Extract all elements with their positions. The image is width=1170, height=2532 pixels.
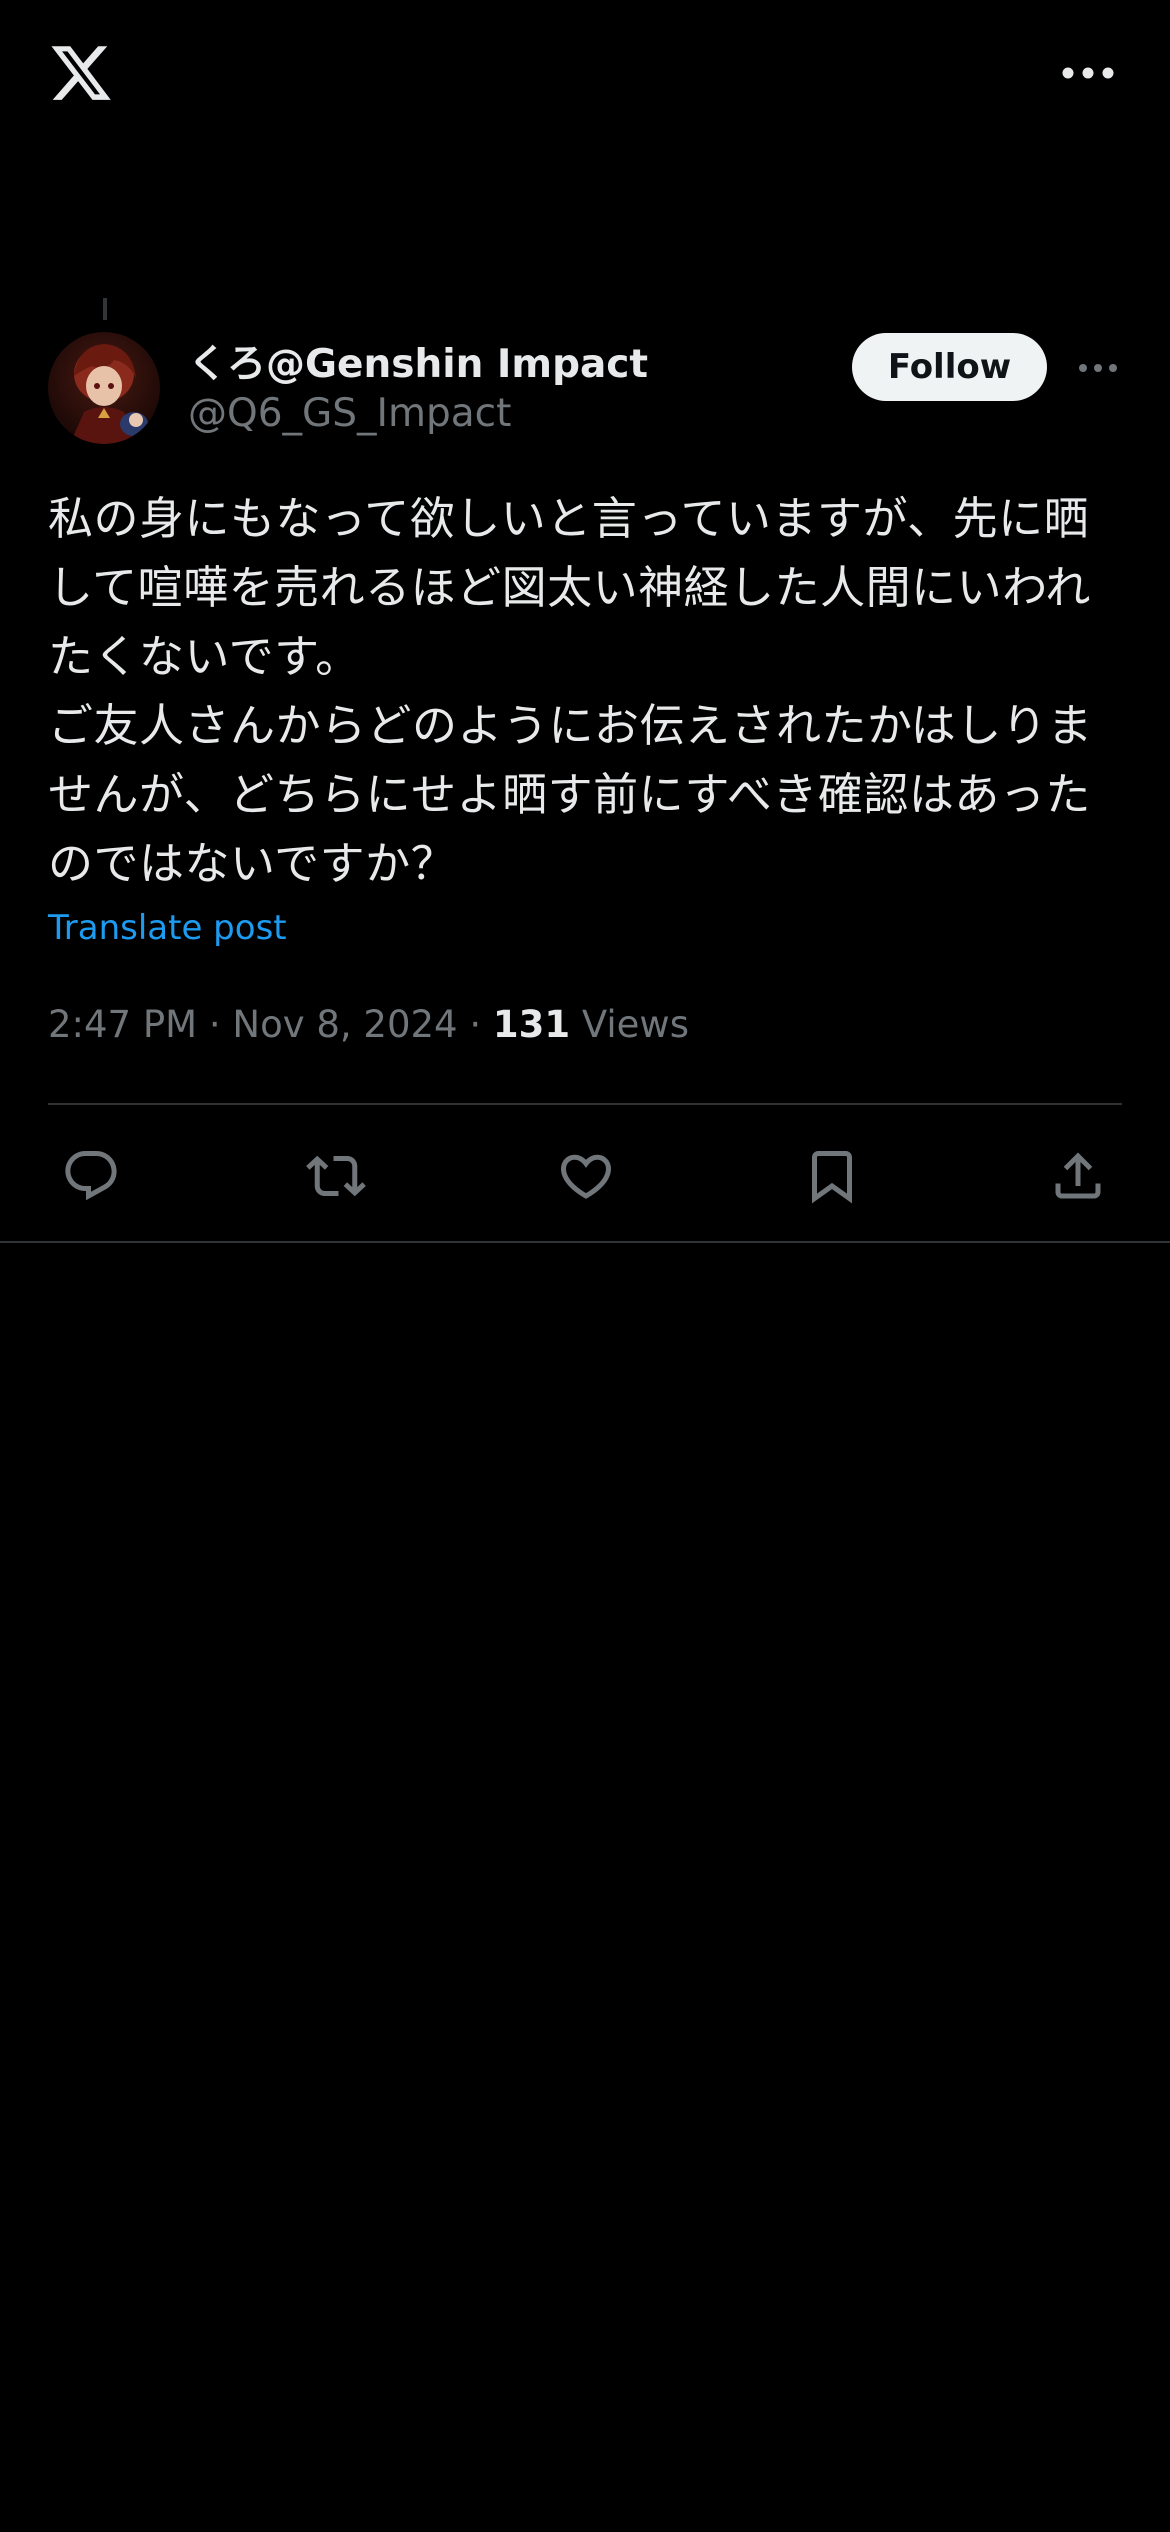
post-metadata: 2:47 PM · Nov 8, 2024 · 131 Views	[48, 1003, 689, 1046]
reply-button[interactable]	[61, 1146, 121, 1206]
x-logo-icon[interactable]	[48, 40, 114, 106]
repost-icon	[306, 1155, 366, 1197]
divider	[0, 1241, 1170, 1243]
follow-button[interactable]: Follow	[852, 333, 1047, 401]
share-button[interactable]	[1048, 1146, 1108, 1206]
repost-button[interactable]	[306, 1146, 366, 1206]
meta-separator: ·	[469, 1003, 482, 1046]
more-horizontal-icon[interactable]	[1058, 56, 1118, 90]
views-label: Views	[581, 1003, 689, 1046]
translate-post-link[interactable]: Translate post	[48, 908, 287, 948]
like-button[interactable]	[556, 1146, 616, 1206]
post-more-icon[interactable]	[1076, 358, 1120, 378]
reply-icon	[65, 1151, 117, 1201]
share-icon	[1055, 1152, 1101, 1199]
post-text: 私の身にもなって欲しいと言っていますが、先に晒して喧嘩を売れるほど図太い神経した…	[48, 492, 1093, 890]
thread-connector-line	[103, 298, 107, 320]
author-handle[interactable]: @Q6_GS_Impact	[188, 391, 511, 436]
post-date[interactable]: Nov 8, 2024	[232, 1003, 457, 1046]
bookmark-button[interactable]	[802, 1146, 862, 1206]
bookmark-icon	[812, 1151, 852, 1204]
meta-separator: ·	[208, 1003, 221, 1046]
post-time[interactable]: 2:47 PM	[48, 1003, 197, 1046]
avatar[interactable]	[48, 332, 160, 444]
heart-icon	[560, 1154, 612, 1199]
divider	[48, 1103, 1122, 1105]
author-display-name[interactable]: くろ@Genshin Impact	[188, 333, 648, 389]
views-count: 131	[492, 1003, 571, 1046]
top-bar	[0, 0, 1170, 150]
avatar-image-icon	[48, 332, 160, 444]
